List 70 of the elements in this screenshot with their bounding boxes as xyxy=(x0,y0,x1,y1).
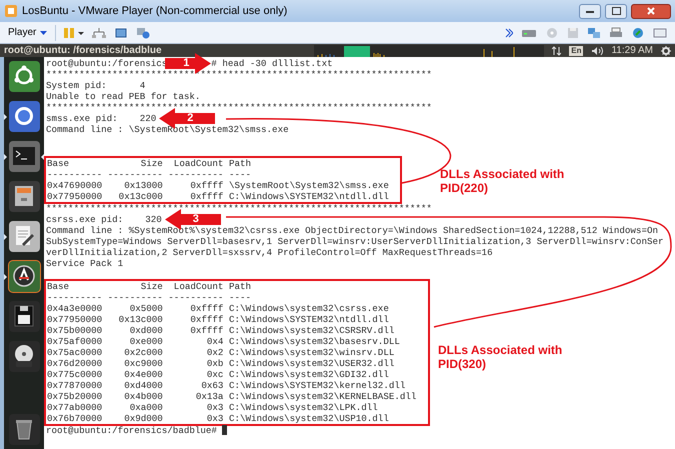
close-icon xyxy=(647,7,655,15)
vm-logo-icon xyxy=(4,4,18,18)
browser-icon[interactable] xyxy=(8,100,40,132)
software-center-icon[interactable] xyxy=(8,260,40,292)
ubuntu-logo-icon[interactable] xyxy=(8,60,40,92)
output-line: 0x75ac0000 0x2c000 0x2 C:\Windows\system32\winsrv.DLL xyxy=(47,347,396,358)
dvd-icon[interactable] xyxy=(8,340,40,372)
terminal-icon[interactable] xyxy=(8,140,40,172)
output-line: 0x77870000 0xd4000 0x63 C:\Windows\SYSTEM32\kernel32.dll xyxy=(47,380,406,391)
maximize-icon xyxy=(612,7,620,15)
output-line: csrss.exe pid: 320 xyxy=(46,214,162,225)
output-line: 0x77950000 0x13c000 0xffff C:\Windows\SYSTEM32\ntdll.dll xyxy=(47,314,390,325)
player-menu[interactable]: Player xyxy=(8,25,48,40)
chevron-icon[interactable] xyxy=(505,28,513,38)
output-line: Service Pack 1 xyxy=(46,258,124,269)
window-title: LosBuntu - VMware Player (Non-commercial use only) xyxy=(22,4,288,19)
output-line: 0x47690000 0x13000 0xffff \SystemRoot\System32\smss.exe xyxy=(47,180,390,191)
output-line: Base Size LoadCount Path xyxy=(47,281,252,292)
output-line: System pid: 4 xyxy=(46,80,146,91)
output-line: Command line : %SystemRoot%\system32\csrss.exe ObjectDirectory=\Windows SharedSection=1024,12288,512 Windows=On xyxy=(46,225,658,236)
clock[interactable]: 11:29 AM xyxy=(611,46,653,56)
output-line: ********************************************************************** xyxy=(46,102,432,113)
output-line: 0x76d20000 0xc9000 0xb C:\Windows\system32\USER32.dll xyxy=(47,358,396,369)
maximize-button[interactable] xyxy=(605,4,627,18)
trash-icon[interactable] xyxy=(8,414,40,444)
text-editor-icon[interactable] xyxy=(8,220,40,252)
transfer-arrows-icon[interactable] xyxy=(552,46,562,56)
caret-icon xyxy=(40,30,48,34)
network-adapter-icon[interactable] xyxy=(587,26,601,38)
step-number: 2 xyxy=(187,112,194,125)
output-line: Command line : \SystemRoot\System32\smss.exe xyxy=(46,124,289,135)
command-text: # head -30 dlllist.txt xyxy=(211,58,333,69)
output-line: Base Size LoadCount Path xyxy=(47,158,252,169)
file-cabinet-icon[interactable] xyxy=(8,180,40,212)
minimize-button[interactable] xyxy=(579,4,601,18)
output-line: verDllInitialization,2 ServerDll=sxssrv,4 ProfileControl=Off MaxRequestThreads=16 xyxy=(46,247,493,258)
prompt-text: root@ubuntu:/forensics/badblue# xyxy=(46,425,218,436)
output-line: 0x76b70000 0x9d000 0x3 C:\Windows\system32\USP10.dll xyxy=(47,413,390,424)
step-number: 1 xyxy=(183,57,190,70)
output-line: 0x75af0000 0xe000 0x4 C:\Windows\system32\basesrv.DLL xyxy=(47,336,401,347)
network-icon[interactable] xyxy=(92,26,106,38)
output-line: smss.exe pid: 220 xyxy=(46,113,156,124)
usb-icon[interactable] xyxy=(631,26,645,38)
step-number: 3 xyxy=(192,213,199,226)
output-line: 0x4a3e0000 0x5000 0xffff C:\Windows\system32\csrss.exe xyxy=(47,303,390,314)
output-line: ********************************************************************** xyxy=(46,69,432,80)
message-icon[interactable] xyxy=(653,26,667,38)
callout-label: DLLs Associated with PID(220) xyxy=(440,167,566,195)
output-line: 0x775c0000 0x4e000 0xc C:\Windows\system32\GDI32.dll xyxy=(47,369,390,380)
output-line: SubSystemType=Windows ServerDll=basesrv,1 ServerDll=winsrv:UserServerDllInitialization,3 ServerDll=winsrv:ConSer xyxy=(46,236,664,247)
callout-label: DLLs Associated with PID(320) xyxy=(438,343,564,371)
prompt-text: root@ubuntu:/forensics xyxy=(46,58,168,69)
output-line: 0x75b20000 0x4b000 0x13a C:\Windows\system32\KERNELBASE.dll xyxy=(47,391,418,402)
output-line: 0x77ab0000 0xa000 0x3 C:\Windows\system32\LPK.dll xyxy=(47,402,379,413)
unity-icon[interactable] xyxy=(136,26,150,38)
output-line: ---------- ---------- ---------- ---- xyxy=(47,292,252,303)
output-line: ---------- ---------- ---------- ---- xyxy=(47,169,252,180)
keyboard-layout-indicator[interactable]: En xyxy=(569,46,584,56)
output-line: ********************************************************************** xyxy=(46,203,432,214)
minimize-icon xyxy=(586,10,594,12)
close-button[interactable] xyxy=(631,4,671,18)
window-title: root@ubuntu: /forensics/badblue xyxy=(4,46,162,56)
output-line: Unable to read PEB for task. xyxy=(46,91,200,102)
settings-icon[interactable] xyxy=(661,46,671,56)
fullscreen-icon[interactable] xyxy=(114,26,128,38)
volume-icon[interactable] xyxy=(591,46,604,56)
output-line: 0x75b00000 0xd000 0xffff C:\Windows\system32\CSRSRV.dll xyxy=(47,325,396,336)
printer-icon[interactable] xyxy=(609,26,623,38)
pause-icon[interactable] xyxy=(64,26,84,38)
output-line: 0x77950000 0x13c000 0xffff C:\Windows\SYSTEM32\ntdll.dll xyxy=(47,191,390,202)
